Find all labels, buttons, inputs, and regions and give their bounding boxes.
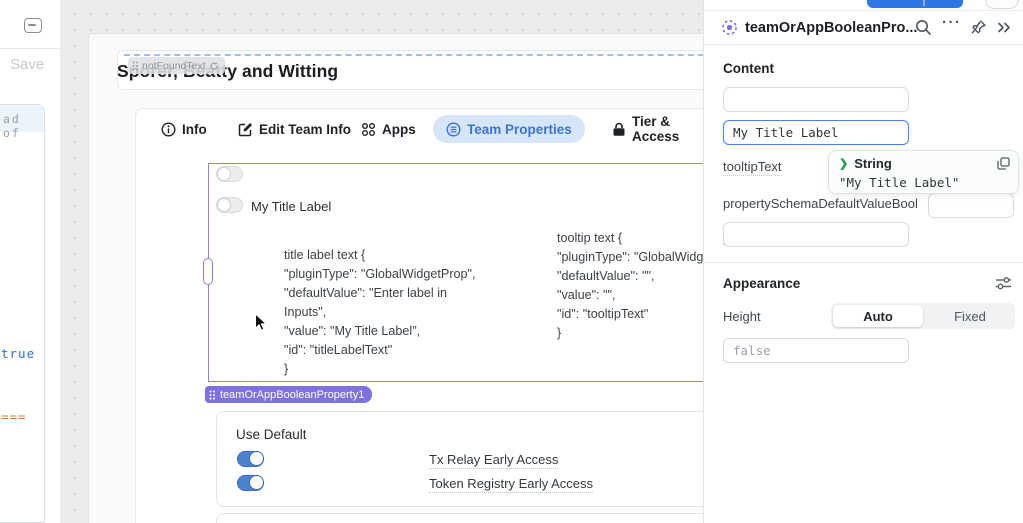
tab-apps[interactable]: Apps bbox=[361, 115, 416, 143]
more-options-icon[interactable]: ··· bbox=[942, 14, 962, 31]
save-button[interactable]: Save bbox=[10, 56, 44, 73]
code-true-token: true bbox=[1, 346, 36, 361]
inspector-title: teamOrAppBooleanPro... bbox=[745, 20, 918, 36]
toggle-knob bbox=[217, 167, 231, 181]
height-option-fixed[interactable]: Fixed bbox=[925, 303, 1015, 329]
code-editor-panel[interactable]: ad of true === bbox=[0, 104, 45, 523]
toggle-knob bbox=[249, 475, 264, 490]
property-name-input[interactable] bbox=[723, 87, 909, 112]
hidden-input[interactable] bbox=[723, 338, 909, 363]
list-circle-icon bbox=[446, 121, 461, 137]
code-editor-header: ad of bbox=[0, 105, 44, 140]
tab-label: Team Properties bbox=[467, 121, 572, 137]
minus-icon bbox=[28, 24, 36, 26]
double-chevron-right-icon[interactable] bbox=[996, 19, 1013, 36]
drag-handle-icon bbox=[132, 61, 138, 70]
copy-icon[interactable] bbox=[997, 157, 1010, 170]
selection-dashed-outline bbox=[124, 54, 714, 56]
inspector-header: teamOrAppBooleanPro... ··· bbox=[704, 11, 1023, 45]
tx-relay-toggle[interactable] bbox=[237, 451, 264, 467]
value-type-label: String bbox=[854, 156, 892, 171]
component-name-chip-text: teamOrAppBooleanProperty1 bbox=[220, 388, 365, 401]
tx-relay-label: Tx Relay Early Access bbox=[429, 452, 559, 469]
code-header-text: ad of bbox=[3, 112, 21, 140]
share-split-button[interactable] bbox=[867, 0, 963, 8]
component-focus-icon bbox=[722, 20, 737, 35]
apps-icon bbox=[362, 122, 375, 136]
height-segmented-control: Auto Fixed bbox=[831, 303, 1015, 329]
boolean-toggle-titled[interactable] bbox=[216, 197, 243, 213]
code-equals-token: === bbox=[1, 409, 27, 424]
component-label-chip-text: notFoundText bbox=[142, 59, 206, 72]
tab-info[interactable]: Info bbox=[161, 115, 207, 143]
tab-edit-team-info[interactable]: Edit Team Info bbox=[238, 115, 351, 143]
tab-label: Info bbox=[182, 121, 207, 137]
divider bbox=[0, 48, 61, 49]
component-label-chip[interactable]: notFoundText bbox=[128, 57, 225, 74]
use-default-title: Use Default bbox=[236, 427, 307, 442]
token-registry-toggle[interactable] bbox=[237, 475, 264, 491]
chevron-right-icon: ❯ bbox=[839, 158, 849, 170]
start-value-input[interactable] bbox=[723, 222, 909, 247]
top-right-pill[interactable] bbox=[985, 0, 1019, 9]
appearance-section-heading: Appearance bbox=[723, 276, 801, 291]
lock-icon bbox=[613, 122, 625, 136]
collapse-sidebar-button[interactable] bbox=[24, 18, 42, 33]
toggle-knob bbox=[249, 451, 264, 466]
tab-label: Edit Team Info bbox=[259, 121, 352, 137]
edit-icon bbox=[238, 122, 253, 136]
mouse-cursor bbox=[255, 313, 268, 331]
title-label-json-text: title label text { "pluginType": "Global… bbox=[284, 248, 476, 376]
value-preview-text: "My Title Label" bbox=[839, 175, 960, 190]
value-preview-popup: ❯ String "My Title Label" bbox=[828, 150, 1019, 194]
property-schema-label: propertySchemaDefaultValueBool bbox=[723, 196, 918, 211]
property-schema-input[interactable] bbox=[928, 193, 1014, 218]
resize-handle[interactable] bbox=[203, 258, 213, 285]
canvas[interactable]: Sporer, Beatty and Witting notFoundText … bbox=[61, 0, 774, 523]
tab-team-properties[interactable]: Team Properties bbox=[433, 115, 585, 143]
divider bbox=[704, 262, 1023, 263]
tab-tier-access[interactable]: Tier & Access bbox=[612, 114, 703, 144]
toggle-label: My Title Label bbox=[251, 199, 332, 214]
tab-label: Apps bbox=[382, 121, 416, 137]
search-icon[interactable] bbox=[915, 19, 932, 36]
loop-icon bbox=[210, 61, 218, 70]
token-registry-label: Token Registry Early Access bbox=[429, 476, 594, 493]
sliders-icon[interactable] bbox=[995, 276, 1012, 291]
title-label-text-input[interactable] bbox=[723, 120, 909, 145]
inspector-panel: teamOrAppBooleanPro... ··· Content prope… bbox=[703, 0, 1023, 523]
height-option-auto[interactable]: Auto bbox=[833, 305, 923, 327]
pin-icon[interactable] bbox=[970, 19, 987, 36]
drag-handle-icon bbox=[209, 390, 215, 399]
tab-label: Tier & Access bbox=[632, 114, 680, 144]
next-section-card bbox=[216, 513, 774, 523]
tooltip-text-label: tooltipText bbox=[723, 159, 782, 176]
height-label: Height bbox=[723, 309, 761, 324]
component-name-chip[interactable]: teamOrAppBooleanProperty1 bbox=[205, 386, 373, 403]
toggle-knob bbox=[217, 198, 231, 212]
info-icon bbox=[161, 121, 176, 137]
button-divider bbox=[923, 0, 925, 6]
content-section-heading: Content bbox=[723, 61, 774, 76]
boolean-toggle-unlabeled[interactable] bbox=[216, 166, 243, 182]
